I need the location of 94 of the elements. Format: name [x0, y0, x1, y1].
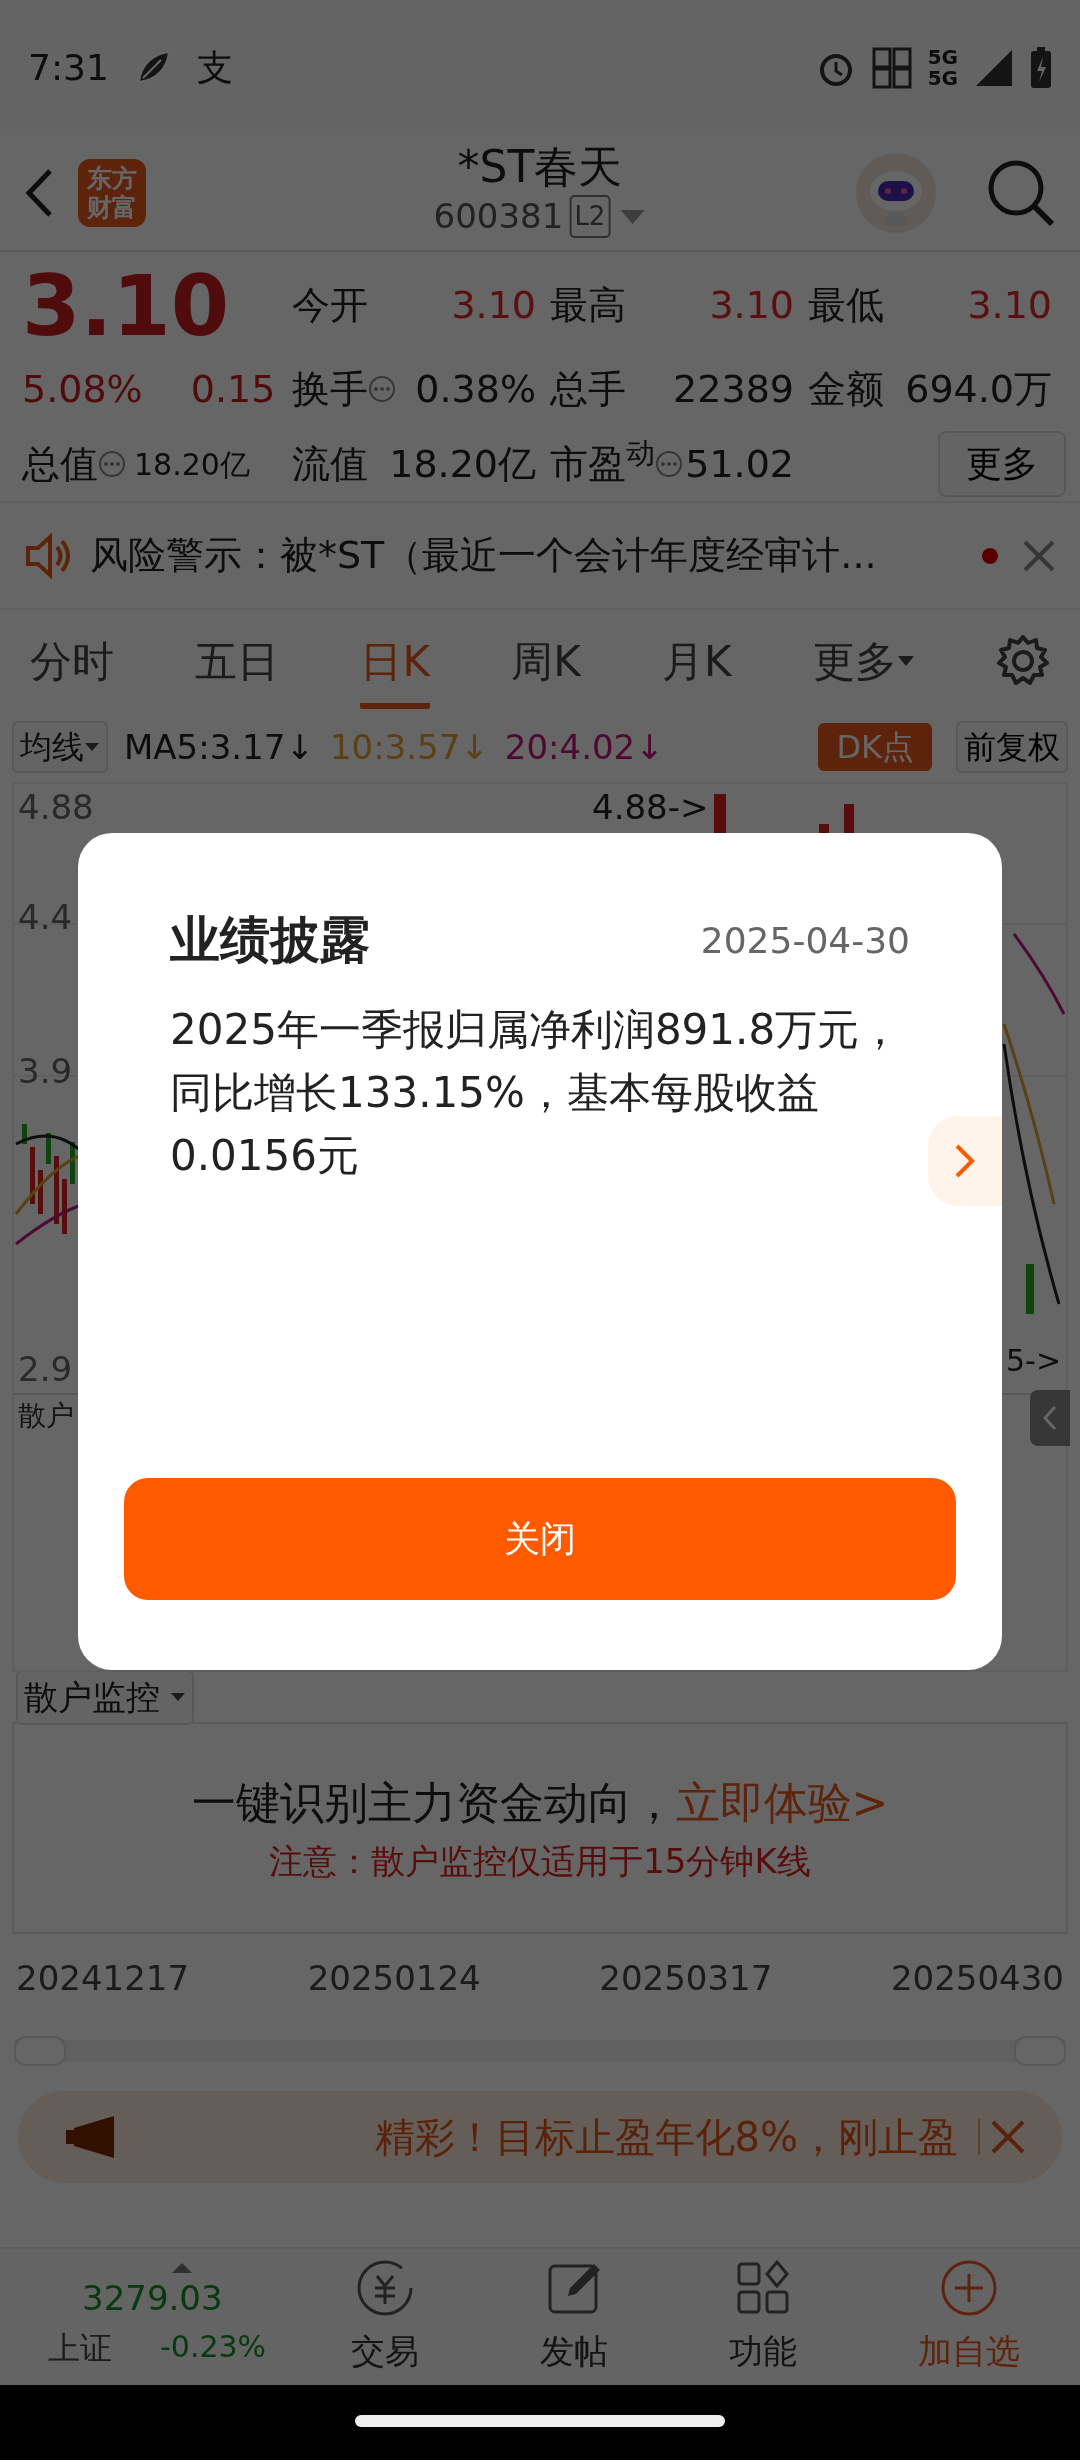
candlestick — [30, 1147, 35, 1204]
stock-price: 3.10 — [22, 263, 231, 348]
nav-item[interactable]: 交易 — [290, 2256, 479, 2378]
info-icon[interactable] — [368, 375, 396, 404]
date-label: 20250430 — [890, 1957, 1064, 2000]
app-glyph-icon: 支 — [196, 40, 233, 95]
date-label: 20250124 — [307, 1957, 481, 2000]
info-icon[interactable] — [98, 450, 126, 479]
period-tab[interactable]: 周K — [511, 629, 581, 709]
index-name: 上证 — [48, 2327, 112, 2369]
field-label: 金额 — [808, 366, 884, 413]
field-label: 市盈$^{动}$ — [550, 435, 655, 488]
network-label: 5G — [927, 67, 958, 89]
dialog-date: 2025-04-30 — [700, 918, 910, 963]
settings-icon[interactable] — [995, 634, 1050, 688]
app-logo: 东方 财富 — [78, 158, 146, 227]
index-change: -0.23% — [160, 2327, 267, 2366]
field-value: 3.10 — [709, 282, 794, 330]
back-icon[interactable] — [24, 167, 54, 218]
field-value: 18.20亿 — [134, 445, 250, 484]
axis-label: 2.9 — [18, 1352, 73, 1386]
field-value: 0.38% — [415, 366, 536, 413]
close-icon[interactable] — [1022, 538, 1056, 573]
price-marker: 4.88-> — [592, 790, 709, 824]
close-icon[interactable] — [978, 2119, 1026, 2155]
next-button[interactable] — [928, 1116, 1002, 1206]
change-percent: 5.08% — [22, 366, 143, 413]
monitor-dropdown[interactable]: 散户监控 — [16, 1669, 194, 1725]
chevron-right-icon — [953, 1142, 977, 1180]
network-label: 5G — [927, 46, 958, 68]
field-label: 总手 — [550, 366, 626, 413]
axis-label: 4.88 — [18, 790, 94, 824]
moving-average-value: MA5:3.17↓ — [124, 725, 314, 769]
candlestick — [46, 1133, 51, 1164]
battery-icon — [1030, 46, 1052, 89]
field-value: 51.02 — [685, 440, 794, 488]
candlestick — [62, 1179, 67, 1234]
caret-icon — [896, 654, 915, 668]
period-tab[interactable]: 月K — [661, 629, 732, 709]
caret-icon — [170, 1691, 186, 1703]
caret-icon — [84, 741, 100, 753]
sim-icon — [871, 46, 912, 89]
change-amount: 0.15 — [190, 366, 276, 413]
price-marker: 5-> — [1006, 1346, 1062, 1376]
field-label: 流值 — [292, 440, 368, 488]
date-label: 20250317 — [599, 1957, 773, 2000]
field-value: 18.20亿 — [389, 440, 536, 488]
nav-item[interactable]: 加自选 — [857, 2256, 1080, 2378]
period-tab[interactable]: 分时 — [30, 629, 114, 709]
candlestick — [70, 1142, 75, 1184]
period-tab[interactable]: 日K — [360, 629, 430, 709]
moving-average-value: 10:3.57↓ — [329, 725, 489, 769]
info-icon[interactable] — [655, 450, 683, 479]
field-label: 最高 — [550, 282, 626, 330]
more-button[interactable]: 更多 — [938, 431, 1066, 498]
candlestick — [54, 1156, 59, 1224]
candlestick — [1026, 1264, 1034, 1314]
index-value: 3279.03 — [82, 2276, 224, 2320]
period-tab[interactable]: 更多 — [812, 629, 915, 709]
up-caret-icon — [172, 2262, 192, 2273]
indicator-dropdown[interactable]: 均线 — [12, 721, 108, 773]
nav-item[interactable]: 发帖 — [479, 2256, 668, 2378]
promo-headline: 一键识别主力资金动向，立即体验> — [191, 1775, 889, 1830]
axis-label: 4.4 — [18, 900, 73, 934]
sub-indicator-label[interactable]: 散户 — [18, 1402, 74, 1430]
candlestick — [22, 1124, 27, 1144]
candlestick — [38, 1170, 43, 1214]
stock-code: 600381 — [433, 195, 564, 239]
moving-average-value: 20:4.02↓ — [504, 725, 664, 769]
nav-item[interactable]: 功能 — [668, 2256, 857, 2378]
price-adjust-button[interactable]: 前复权 — [956, 721, 1068, 773]
stock-title: *ST春天 — [457, 143, 623, 192]
promo-note: 注意：散户监控仅适用于15分钟K线 — [269, 1839, 811, 1883]
field-value: 3.10 — [451, 282, 536, 330]
field-value: 694.0万 — [905, 366, 1052, 413]
dk-point-button[interactable]: DK点 — [818, 723, 932, 771]
field-label: 最低 — [808, 282, 884, 330]
field-value: 22389 — [673, 366, 794, 413]
collapse-button[interactable] — [1030, 1390, 1070, 1446]
period-tab[interactable]: 五日 — [195, 629, 280, 709]
clock-time: 7:31 — [28, 45, 109, 90]
date-label: 20241217 — [16, 1957, 190, 2000]
close-button[interactable]: 关闭 — [124, 1478, 956, 1600]
dialog-body-text: 2025年一季报归属净利润891.8万元，同比增长133.15%，基本每股收益0.0156元 — [170, 1004, 903, 1182]
level-badge: L2 — [569, 195, 611, 239]
risk-notice-text[interactable]: 风险警示：被*ST（最近一个会计年度经审计... — [90, 527, 877, 584]
field-value: 3.10 — [967, 282, 1052, 330]
robot-avatar-icon[interactable] — [854, 150, 938, 235]
field-label: 总值 — [22, 440, 98, 488]
field-label: 换手 — [292, 366, 368, 413]
dialog-title: 业绩披露 — [170, 910, 370, 971]
field-label: 今开 — [292, 282, 368, 330]
try-now-link[interactable]: 立即体验> — [675, 1776, 889, 1828]
axis-label: 3.9 — [18, 1054, 73, 1088]
